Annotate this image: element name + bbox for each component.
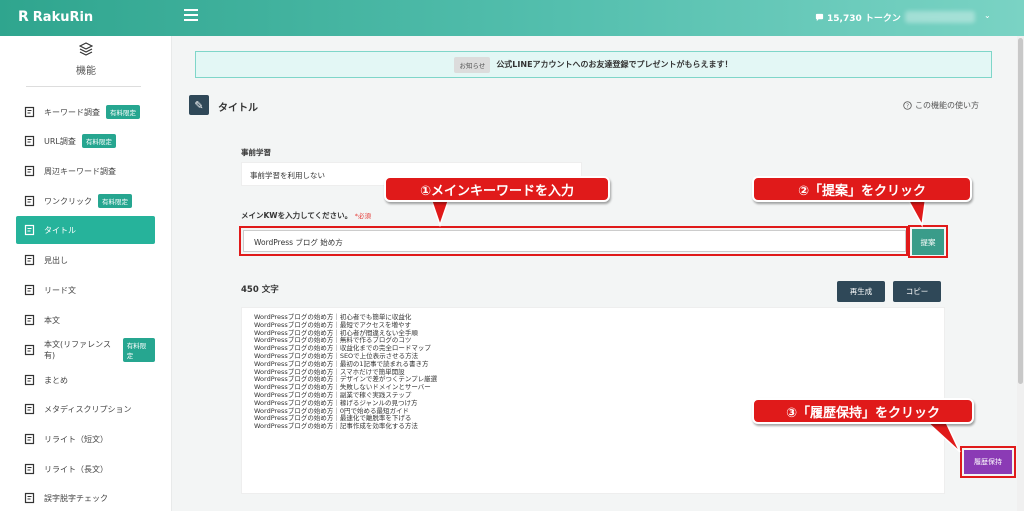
sidebar-item-label: 本文(リファレンス有): [44, 340, 111, 360]
pen-sparkle-icon: [24, 463, 36, 475]
wand-icon: ✎: [189, 95, 209, 115]
copy-button[interactable]: コピー: [893, 281, 941, 302]
help-link[interactable]: ? この機能の使い方: [903, 100, 979, 111]
target-icon: [24, 195, 36, 207]
sidebar-item[interactable]: 見出し: [16, 246, 155, 274]
sidebar-item[interactable]: ワンクリック 有料限定: [16, 187, 155, 215]
sidebar-item[interactable]: 本文: [16, 306, 155, 334]
suggest-button[interactable]: 提案: [912, 229, 944, 255]
chevron-down-icon[interactable]: ⌄: [984, 11, 991, 20]
notice-text: 公式LINEアカウントへのお友達登録でプレゼントがもらえます！: [496, 60, 733, 69]
sidebar-item[interactable]: リライト（短文）: [16, 425, 155, 453]
title-icon: [24, 224, 36, 236]
top-bar: R RakuRin 15,730 トークン ⌄: [0, 0, 1024, 36]
paid-only-badge: 有料限定: [122, 338, 155, 362]
sidebar-item[interactable]: リライト（長文）: [16, 455, 155, 483]
body-icon: [24, 314, 36, 326]
sidebar-item[interactable]: 周辺キーワード調査: [16, 157, 155, 185]
notice-label: お知らせ: [454, 56, 491, 73]
paid-only-badge: 有料限定: [81, 134, 116, 148]
svg-text:?: ?: [906, 104, 909, 110]
sidebar-divider: [26, 86, 141, 87]
sidebar-item-label: URL調査: [44, 136, 76, 146]
sidebar-item[interactable]: URL調査 有料限定: [16, 127, 155, 155]
sidebar-item-label: ワンクリック: [44, 196, 92, 206]
user-menu[interactable]: [905, 11, 975, 23]
sidebar-item[interactable]: リード文: [16, 276, 155, 304]
token-balance: 15,730 トークン: [815, 11, 901, 24]
sidebar-item-label: リライト（長文）: [44, 464, 108, 474]
meta-icon: [24, 403, 36, 415]
search-doc-icon: [24, 165, 36, 177]
token-count: 15,730 トークン: [827, 14, 901, 24]
sidebar-item-label: キーワード調査: [44, 107, 100, 117]
char-count: 450 文字: [241, 285, 279, 295]
callout-step1: ①メインキーワードを入力: [384, 176, 610, 202]
help-link-label: この機能の使い方: [915, 101, 979, 110]
history-keep-button[interactable]: 履歴保持: [964, 450, 1012, 474]
sidebar-item-label: メタディスクリプション: [44, 404, 132, 414]
sidebar-item-label: 本文: [44, 315, 60, 325]
callout-step2: ②「提案」をクリック: [752, 176, 972, 202]
sidebar-item[interactable]: まとめ: [16, 366, 155, 394]
sidebar-item[interactable]: メタディスクリプション: [16, 395, 155, 423]
logo-mark: R: [18, 9, 29, 25]
pretrain-label: 事前学習: [241, 148, 271, 157]
sidebar-item-label: まとめ: [44, 375, 68, 385]
scrollbar-thumb[interactable]: [1018, 38, 1023, 384]
check-doc-icon: [24, 492, 36, 504]
summary-icon: [24, 374, 36, 386]
kw-label-text: メインKWを入力してください。: [241, 211, 353, 220]
callout-step3: ③「履歴保持」をクリック: [752, 398, 974, 424]
help-circle-icon: ?: [903, 101, 912, 110]
sidebar-item[interactable]: 本文(リファレンス有) 有料限定: [16, 336, 155, 364]
app-logo[interactable]: R RakuRin: [18, 9, 93, 25]
lead-icon: [24, 284, 36, 296]
sidebar-item[interactable]: キーワード調査 有料限定: [16, 98, 155, 126]
hamburger-menu-icon[interactable]: [184, 9, 198, 21]
body-ref-icon: [24, 344, 36, 356]
sidebar-item-label: 見出し: [44, 255, 68, 265]
required-mark: *必須: [354, 212, 372, 220]
kw-label: メインKWを入力してください。 *必須: [241, 210, 371, 221]
paid-only-badge: 有料限定: [106, 105, 140, 119]
regenerate-button[interactable]: 再生成: [837, 281, 885, 302]
chat-bubble-icon: [815, 13, 824, 22]
sidebar-item-label: 誤字脱字チェック: [44, 493, 108, 503]
sidebar-item-label: リード文: [44, 285, 76, 295]
sidebar-item[interactable]: 誤字脱字チェック: [16, 484, 155, 511]
layers-icon: [79, 42, 93, 56]
sidebar-item[interactable]: タイトル: [16, 216, 155, 244]
link-doc-icon: [24, 135, 36, 147]
notice-banner[interactable]: お知らせ 公式LINEアカウントへのお友達登録でプレゼントがもらえます！: [195, 51, 992, 78]
sidebar-item-label: 周辺キーワード調査: [44, 166, 116, 176]
pen-icon: [24, 433, 36, 445]
result-line: WordPressブログの始め方｜記事作成を効率化する方法: [254, 422, 418, 431]
paid-only-badge: 有料限定: [98, 194, 132, 208]
page-title: タイトル: [218, 103, 258, 114]
sidebar-item-label: リライト（短文）: [44, 434, 108, 444]
sidebar-item-label: タイトル: [44, 225, 76, 235]
search-doc-icon: [24, 106, 36, 118]
main-keyword-input[interactable]: WordPress ブログ 始め方: [243, 230, 906, 252]
app-name: RakuRin: [32, 9, 94, 25]
sidebar-title: 機能: [76, 66, 96, 77]
heading-icon: [24, 254, 36, 266]
